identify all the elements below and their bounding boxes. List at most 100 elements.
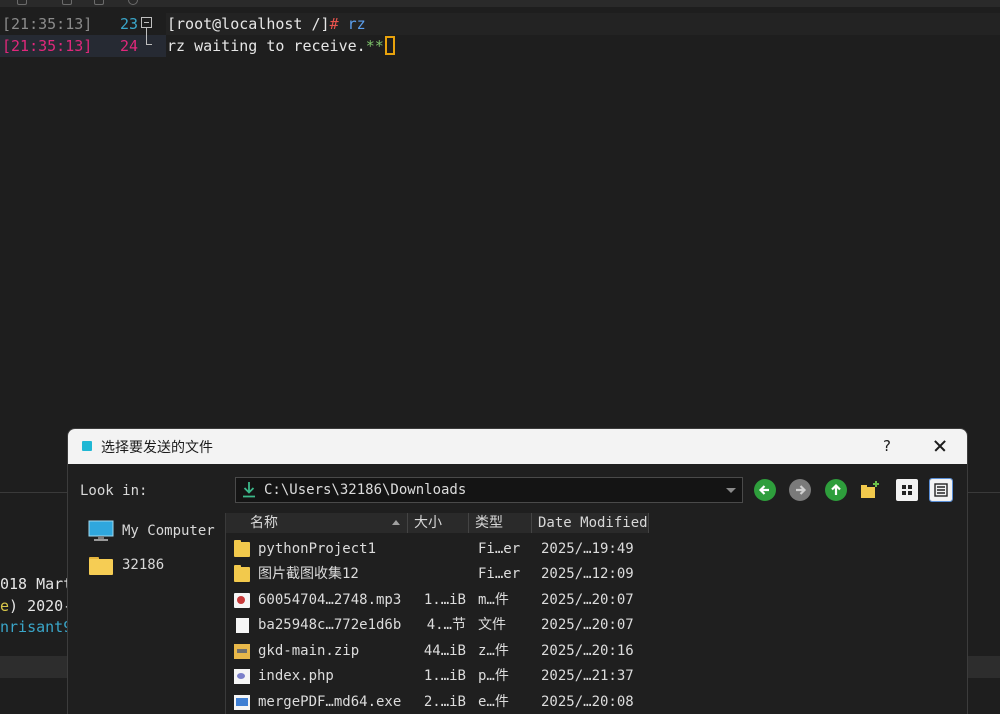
line-timestamp: [21:35:13] [2, 15, 93, 33]
file-row[interactable]: gkd-main.zip 44…iB z…件 2025/…20:16 [226, 639, 656, 664]
new-folder-button[interactable] [859, 479, 881, 501]
column-header-size[interactable]: 大小 [408, 513, 469, 533]
fold-guide-end [146, 44, 152, 45]
exe-file-icon [234, 695, 250, 710]
sidebar-item-label: My Computer [122, 523, 215, 539]
file-date: 2025/…20:07 [541, 592, 634, 608]
folder-icon [234, 565, 250, 582]
file-name: ba25948c…772e1d6b [258, 617, 402, 633]
arrow-left-icon [758, 485, 769, 495]
back-button[interactable] [754, 479, 776, 501]
look-in-label: Look in: [80, 483, 148, 499]
output-stars: ** [365, 37, 384, 55]
sort-ascending-icon [392, 520, 400, 525]
file-size: 1.…iB [423, 592, 466, 608]
file-type: 文件 [478, 617, 506, 633]
file-date: 2025/…20:07 [541, 617, 634, 633]
file-type: m…件 [478, 592, 509, 608]
arrow-right-icon [796, 485, 807, 495]
column-header-name[interactable]: 名称 [226, 513, 408, 533]
app-icon [82, 441, 92, 451]
background-terminal-text: nrisant9 [0, 618, 73, 636]
file-date: 2025/…20:08 [541, 694, 634, 710]
list-icon [934, 483, 948, 497]
file-name: pythonProject1 [258, 541, 377, 557]
file-size: 4.…节 [426, 617, 466, 633]
chevron-down-icon[interactable] [726, 488, 736, 493]
file-row[interactable]: ba25948c…772e1d6b 4.…节 文件 2025/…20:07 [226, 613, 656, 638]
folder-icon [89, 557, 113, 575]
file-date: 2025/…12:09 [541, 566, 634, 582]
file-date: 2025/…20:16 [541, 643, 634, 659]
sidebar-item-label: 32186 [122, 557, 165, 573]
toolbar-icon[interactable] [94, 0, 104, 5]
column-header-label: 名称 [250, 515, 278, 531]
background-terminal-text: 018 Mart [0, 575, 73, 593]
file-list: 名称 大小 类型 Date Modified pythonProject1 Fi… [225, 513, 965, 714]
detail-view-button[interactable] [929, 478, 953, 502]
forward-button[interactable] [789, 479, 811, 501]
places-sidebar: My Computer 32186 [80, 513, 225, 714]
file-row[interactable]: 图片截图收集12 Fi…er 2025/…12:09 [226, 562, 656, 587]
terminal-cursor [384, 36, 395, 55]
arrow-up-icon [831, 483, 841, 495]
dialog-title: 选择要发送的文件 [101, 440, 213, 456]
computer-icon [88, 520, 114, 541]
terminal-line: [21:35:13] 24 rz waiting to receive.** [0, 35, 1000, 57]
file-row[interactable]: index.php 1.…iB p…件 2025/…21:37 [226, 664, 656, 689]
download-icon [243, 482, 255, 498]
prompt-hash: # [329, 15, 339, 33]
window-top-strip [0, 0, 1000, 7]
column-header-type[interactable]: 类型 [469, 513, 532, 533]
file-type: Fi…er [478, 541, 521, 557]
file-open-dialog: 选择要发送的文件 ? Look in: C:\Users\32186\Downl… [67, 428, 968, 714]
fold-guide [146, 28, 147, 44]
close-button[interactable] [928, 434, 952, 458]
file-date: 2025/…19:49 [541, 541, 634, 557]
zip-file-icon [234, 644, 250, 659]
parent-directory-button[interactable] [825, 479, 847, 501]
file-row[interactable]: mergePDF…md64.exe 2.…iB e…件 2025/…20:08 [226, 690, 656, 714]
grid-icon [902, 485, 912, 495]
look-in-combobox[interactable]: C:\Users\32186\Downloads [235, 477, 743, 503]
file-size: 44…iB [423, 643, 466, 659]
file-size: 2.…iB [423, 694, 466, 710]
background-paren: e [0, 597, 10, 615]
toolbar-icon[interactable] [62, 0, 72, 5]
file-type: e…件 [478, 694, 509, 710]
file-name: 图片截图收集12 [258, 566, 359, 582]
file-name: index.php [258, 668, 334, 684]
document-icon [236, 618, 249, 633]
media-file-icon [234, 593, 250, 608]
toolbar-icon[interactable] [128, 0, 138, 5]
toolbar-icon[interactable] [17, 0, 27, 5]
shell-prompt: [root@localhost /] [167, 15, 330, 33]
line-timestamp: [21:35:13] [2, 37, 93, 55]
terminal-command: [root@localhost /]# rz [167, 13, 366, 35]
file-row[interactable]: pythonProject1 Fi…er 2025/…19:49 [226, 537, 656, 562]
fold-collapse-icon[interactable] [141, 17, 152, 28]
file-type: Fi…er [478, 566, 521, 582]
file-size: 1.…iB [423, 668, 466, 684]
file-type: p…件 [478, 668, 509, 684]
list-view-button[interactable] [896, 479, 918, 501]
dialog-titlebar[interactable]: 选择要发送的文件 ? [68, 429, 967, 464]
current-path: C:\Users\32186\Downloads [264, 482, 467, 498]
output-text: rz waiting to receive. [167, 37, 366, 55]
background-terminal-text-part: ) 2020- [9, 597, 73, 615]
help-button[interactable]: ? [876, 435, 898, 457]
file-date: 2025/…21:37 [541, 668, 634, 684]
line-number: 23 [119, 15, 138, 33]
file-name: gkd-main.zip [258, 643, 360, 659]
column-header-date-modified[interactable]: Date Modified [532, 513, 649, 533]
command-text: rz [338, 15, 366, 33]
terminal-output: rz waiting to receive.** [167, 35, 395, 57]
folder-icon [234, 540, 250, 557]
new-folder-icon [861, 481, 879, 498]
file-type: z…件 [478, 643, 509, 659]
file-row[interactable]: 60054704…2748.mp3 1.…iB m…件 2025/…20:07 [226, 588, 656, 613]
background-terminal-text: e) 2020- [0, 595, 72, 617]
file-name: 60054704…2748.mp3 [258, 592, 402, 608]
line-number: 24 [119, 37, 138, 55]
php-file-icon [234, 669, 250, 684]
